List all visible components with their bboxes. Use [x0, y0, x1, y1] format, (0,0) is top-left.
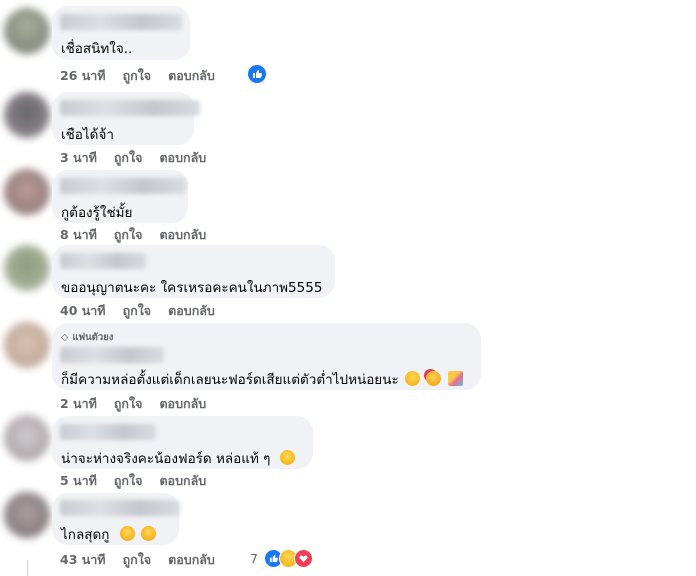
blurred-author-name[interactable]	[60, 500, 180, 516]
like-button[interactable]: ถูกใจ	[123, 66, 152, 86]
timestamp[interactable]: 43 นาที	[60, 550, 106, 570]
reply-button[interactable]: ตอบกลับ	[168, 66, 215, 86]
comment-text: ไกลสุดกู	[61, 527, 110, 543]
reply-button[interactable]: ตอบกลับ	[159, 225, 206, 245]
like-button[interactable]: ถูกใจ	[114, 148, 143, 168]
love-icon	[293, 549, 313, 568]
comment-text: เชื่อสนิทใจ..	[61, 41, 133, 57]
smiling-emoji	[279, 450, 295, 465]
comment-bubble: ไกลสุดกู	[52, 493, 180, 545]
avatar[interactable]	[4, 415, 50, 461]
like-icon[interactable]	[248, 65, 266, 83]
reply-button[interactable]: ตอบกลับ	[159, 471, 206, 491]
avatar[interactable]	[4, 322, 50, 368]
comment-meta: 40 นาที ถูกใจ ตอบกลับ	[60, 301, 232, 321]
comment-text: ขออนุญาตนะคะ ใครเหรอคะคนในภาพ5555	[61, 280, 323, 296]
comment-bubble: ◇ แฟนตัวยง ก็มีความหล่อตั้งแต่เด็กเลยนะฟ…	[52, 323, 481, 390]
reply-button[interactable]: ตอบกลับ	[168, 550, 215, 570]
badge-label: แฟนตัวยง	[72, 332, 114, 343]
comment-bubble: ขออนุญาตนะคะ ใครเหรอคะคนในภาพ5555	[52, 245, 335, 298]
comment-text-row: น่าจะห่างจริงคะน้องฟอร์ด หล่อแท้ ๆ	[61, 447, 295, 469]
comment-bubble: กูต้องรู้ใช่มั้ย	[52, 170, 188, 223]
blurred-author-name[interactable]	[60, 253, 146, 269]
blurred-author-name[interactable]	[60, 14, 182, 30]
flushed-emoji	[119, 526, 135, 541]
comment-text: น่าจะห่างจริงคะน้องฟอร์ด หล่อแท้ ๆ	[61, 451, 271, 467]
comment-text: เชือได้จ้า	[61, 127, 114, 143]
comment-text-row: ไกลสุดกู	[61, 523, 157, 545]
reaction-count: 7	[250, 551, 258, 566]
reply-button[interactable]: ตอบกลับ	[159, 148, 206, 168]
like-button[interactable]: ถูกใจ	[114, 394, 143, 414]
avatar[interactable]	[4, 245, 50, 291]
avatar[interactable]	[4, 492, 50, 538]
comment-bubble: เชือได้จ้า	[52, 92, 200, 145]
comment-text-row: ก็มีความหล่อตั้งแต่เด็กเลยนะฟอร์ดเสียแต่…	[61, 368, 463, 390]
diamond-icon: ◇	[61, 332, 69, 343]
party-popper-emoji	[447, 371, 463, 386]
avatar[interactable]	[4, 8, 50, 54]
comment-meta: 26 นาที ถูกใจ ตอบกลับ	[60, 66, 232, 86]
flushed-emoji	[141, 526, 157, 541]
avatar[interactable]	[4, 169, 50, 215]
comment-text: กูต้องรู้ใช่มั้ย	[61, 205, 133, 221]
comment-bubble: น่าจะห่างจริงคะน้องฟอร์ด หล่อแท้ ๆ	[52, 416, 313, 469]
timestamp[interactable]: 2 นาที	[60, 394, 97, 414]
blurred-author-name[interactable]	[60, 178, 186, 194]
comment-bubble: เชื่อสนิทใจ..	[52, 6, 190, 60]
like-button[interactable]: ถูกใจ	[123, 301, 152, 321]
reply-button[interactable]: ตอบกลับ	[159, 394, 206, 414]
comment-meta: 2 นาที ถูกใจ ตอบกลับ	[60, 394, 223, 414]
timestamp[interactable]: 26 นาที	[60, 66, 106, 86]
blurred-author-name[interactable]	[60, 347, 164, 363]
like-button[interactable]: ถูกใจ	[114, 225, 143, 245]
comment-text: ก็มีความหล่อตั้งแต่เด็กเลยนะฟอร์ดเสียแต่…	[61, 372, 399, 388]
comment-meta: 43 นาที ถูกใจ ตอบกลับ	[60, 550, 232, 570]
blurred-author-name[interactable]	[60, 424, 156, 440]
comment-meta: 5 นาที ถูกใจ ตอบกลับ	[60, 471, 223, 491]
thread-line	[27, 560, 28, 576]
timestamp[interactable]: 3 นาที	[60, 148, 97, 168]
reaction-summary[interactable]: 7	[250, 549, 313, 568]
like-button[interactable]: ถูกใจ	[123, 550, 152, 570]
timestamp[interactable]: 8 นาที	[60, 225, 97, 245]
timestamp[interactable]: 5 นาที	[60, 471, 97, 491]
reply-button[interactable]: ตอบกลับ	[168, 301, 215, 321]
smiling-hearts-emoji	[426, 371, 442, 386]
top-fan-badge[interactable]: ◇ แฟนตัวยง	[61, 330, 113, 345]
comment-meta: 8 นาที ถูกใจ ตอบกลับ	[60, 225, 223, 245]
avatar[interactable]	[4, 92, 50, 138]
comment-meta: 3 นาที ถูกใจ ตอบกลับ	[60, 148, 223, 168]
grinning-emoji	[405, 371, 420, 386]
timestamp[interactable]: 40 นาที	[60, 301, 106, 321]
like-button[interactable]: ถูกใจ	[114, 471, 143, 491]
blurred-author-name[interactable]	[60, 100, 200, 116]
